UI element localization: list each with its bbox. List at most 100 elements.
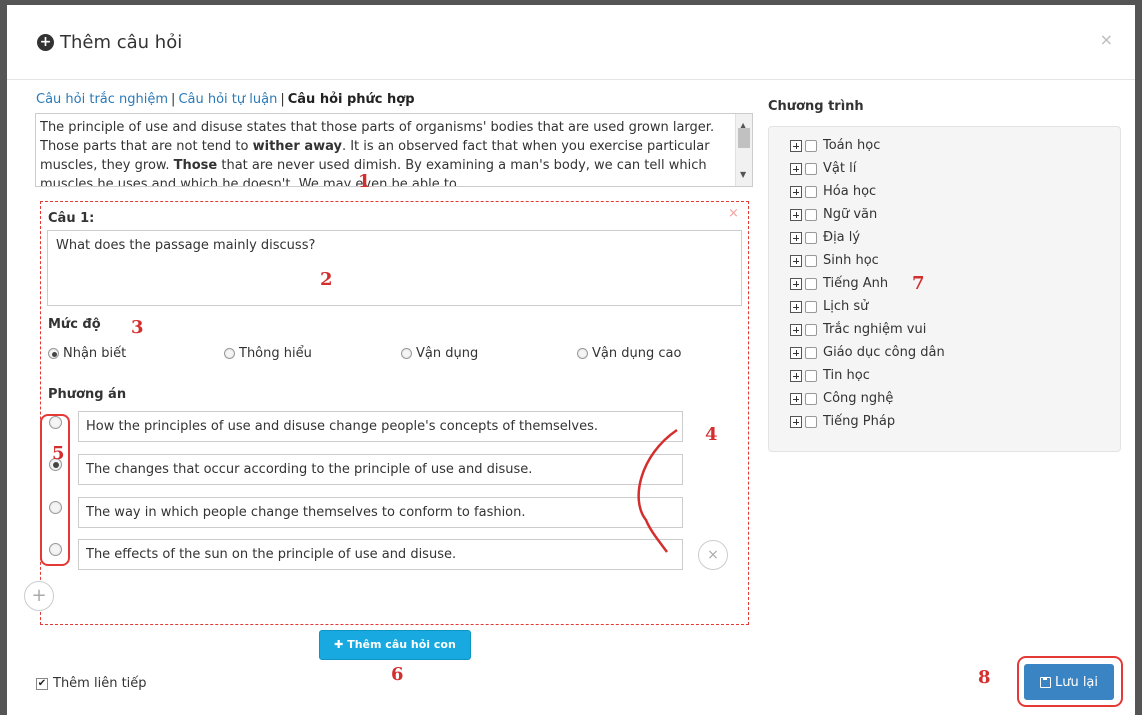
radio-icon[interactable] [577,348,588,359]
expand-icon[interactable] [790,415,802,428]
answer-field-3[interactable]: The way in which people change themselve… [78,497,683,528]
tree-item-label: Tin học [823,368,870,383]
add-subquestion-label: Thêm câu hỏi con [347,638,456,651]
scroll-down-icon[interactable]: ▼ [740,165,746,184]
checkbox-icon[interactable] [805,415,817,428]
tab-compound[interactable]: Câu hỏi phức hợp [288,92,415,107]
tree-item-label: Ngữ văn [823,207,878,222]
add-answer-button[interactable]: + [24,581,54,611]
checkbox-icon[interactable] [805,369,817,382]
checkbox-icon[interactable] [805,254,817,267]
tree-item[interactable]: Tiếng Anh [790,276,888,291]
tree-item[interactable]: Địa lý [790,230,860,245]
tree-item[interactable]: Tin học [790,368,870,383]
checkbox-icon[interactable] [805,185,817,198]
annotation-3: 3 [131,317,144,338]
radio-icon[interactable] [401,348,412,359]
annotation-2: 2 [320,269,333,290]
tree-item[interactable]: Toán học [790,138,880,153]
tab-multiple-choice[interactable]: Câu hỏi trắc nghiệm [36,92,168,107]
level-option-understand[interactable]: Thông hiểu [224,346,312,361]
annotation-8-outline [1017,656,1123,707]
tree-item[interactable]: Vật lí [790,161,856,176]
scroll-thumb[interactable] [738,128,750,148]
annotation-4: 4 [705,424,718,445]
level-option-apply[interactable]: Vận dụng [401,346,478,361]
tree-item-label: Công nghệ [823,391,894,406]
tree-item[interactable]: Giáo dục công dân [790,345,945,360]
tab-essay[interactable]: Câu hỏi tự luận [178,92,277,107]
checkbox-icon[interactable] [805,392,817,405]
expand-icon[interactable] [790,277,802,290]
tree-item-label: Địa lý [823,230,861,245]
add-subquestion-button[interactable]: ✚ Thêm câu hỏi con [319,630,471,660]
expand-icon[interactable] [790,369,802,382]
tab-separator: | [171,92,176,107]
tree-item-label: Tiếng Anh [823,276,889,291]
expand-icon[interactable] [790,300,802,313]
continuous-add-checkbox[interactable]: ✔ Thêm liên tiếp [36,676,147,691]
annotation-7: 7 [912,273,925,294]
checkbox-icon[interactable] [805,231,817,244]
close-icon[interactable]: × [1100,30,1113,49]
tree-item[interactable]: Công nghệ [790,391,893,406]
checkbox-icon[interactable] [805,208,817,221]
expand-icon[interactable] [790,185,802,198]
answer-field-4[interactable]: The effects of the sun on the principle … [78,539,683,570]
expand-icon[interactable] [790,346,802,359]
remove-question-icon[interactable]: × [728,206,739,221]
tree-item[interactable]: Tiếng Pháp [790,414,895,429]
level-radio-group: Nhận biết Thông hiểu Vận dụng Vận dụng c… [48,346,708,366]
tree-item-label: Sinh học [823,253,879,268]
expand-icon[interactable] [790,392,802,405]
tree-item-label: Giáo dục công dân [823,345,945,360]
tree-item-label: Hóa học [823,184,877,199]
checkbox-icon[interactable]: ✔ [36,677,48,690]
tree-item-label: Tiếng Pháp [823,414,896,429]
continuous-add-label: Thêm liên tiếp [53,676,147,691]
program-tree-panel: Toán học Vật lí Hóa học Ngữ văn Địa lý S… [768,126,1121,452]
tree-item[interactable]: Sinh học [790,253,879,268]
passage-textarea[interactable]: The principle of use and disuse states t… [35,113,753,187]
tree-item[interactable]: Trắc nghiệm vui [790,322,926,337]
passage-bold-2: Those [173,158,218,173]
expand-icon[interactable] [790,254,802,267]
checkbox-icon[interactable] [805,300,817,313]
expand-icon[interactable] [790,139,802,152]
checkbox-icon[interactable] [805,323,817,336]
program-label: Chương trình [768,99,864,114]
checkbox-icon[interactable] [805,139,817,152]
question-label: Câu 1: [48,211,95,226]
level-option-label: Thông hiểu [239,346,312,361]
answers-label: Phương án [48,387,127,402]
radio-icon[interactable] [224,348,235,359]
level-option-recognize[interactable]: Nhận biết [48,346,126,361]
tree-item[interactable]: Ngữ văn [790,207,877,222]
remove-answer-button[interactable]: × [698,540,728,570]
annotation-8: 8 [978,667,991,688]
plus-icon: ✚ [334,638,348,651]
answer-field-2[interactable]: The changes that occur according to the … [78,454,683,485]
annotation-6: 6 [391,664,404,685]
level-option-label: Nhận biết [63,346,127,361]
modal-title: + Thêm câu hỏi [37,32,182,53]
annotation-5-outline [40,414,70,566]
expand-icon[interactable] [790,162,802,175]
tree-item-label: Trắc nghiệm vui [823,322,927,337]
tree-item[interactable]: Hóa học [790,184,876,199]
radio-icon[interactable] [48,348,59,359]
tab-separator: | [280,92,285,107]
expand-icon[interactable] [790,208,802,221]
expand-icon[interactable] [790,231,802,244]
tree-item-label: Toán học [823,138,881,153]
checkbox-icon[interactable] [805,346,817,359]
passage-scrollbar[interactable]: ▲ ▼ [735,114,752,186]
modal-header: + Thêm câu hỏi × [7,5,1135,80]
answer-field-1[interactable]: How the principles of use and disuse cha… [78,411,683,442]
expand-icon[interactable] [790,323,802,336]
checkbox-icon[interactable] [805,162,817,175]
level-option-apply-high[interactable]: Vận dụng cao [577,346,681,361]
tree-item[interactable]: Lịch sử [790,299,868,314]
question-text-field[interactable]: What does the passage mainly discuss? [47,230,742,306]
checkbox-icon[interactable] [805,277,817,290]
